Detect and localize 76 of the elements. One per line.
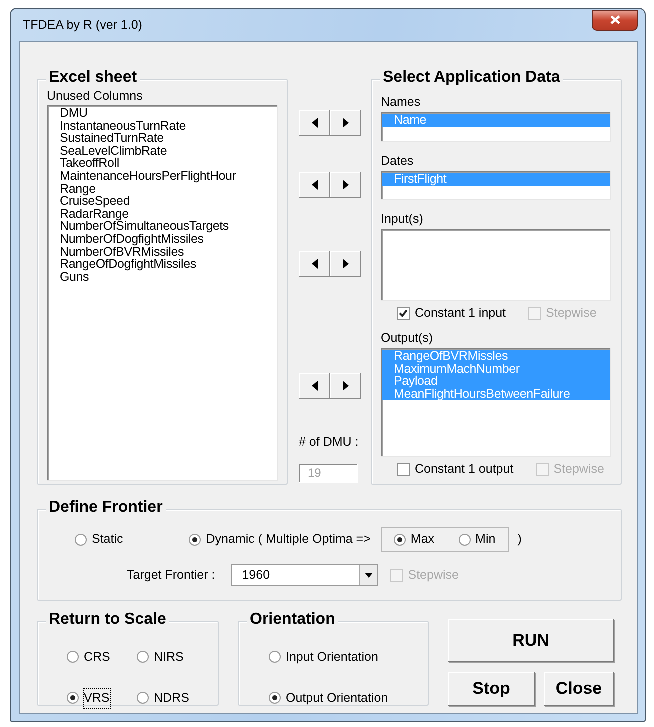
radio-label: Min	[476, 531, 496, 548]
list-label: Unused Columns	[47, 89, 144, 103]
move-left-button[interactable]	[299, 373, 330, 399]
radio-label: VRS	[84, 688, 110, 708]
checkbox-label: Constant 1 output	[415, 460, 514, 478]
radio-button[interactable]	[75, 534, 87, 546]
radio-button[interactable]	[137, 692, 149, 704]
right-arrow-icon	[342, 381, 348, 391]
list-item[interactable]: NumberOfSimultaneousTargets	[48, 220, 277, 233]
move-right-button[interactable]	[330, 172, 361, 198]
radio-button[interactable]	[67, 651, 79, 664]
caret-icon	[364, 572, 373, 578]
list-item[interactable]: MaintenanceHoursPerFlightHour	[48, 170, 277, 183]
list-item[interactable]: CruiseSpeed	[48, 195, 277, 208]
move-left-button[interactable]	[299, 172, 330, 198]
list-item[interactable]: DMU	[48, 107, 277, 120]
group-title: Select Application Data	[380, 68, 564, 88]
list-label: Names	[381, 95, 422, 109]
left-arrow-icon	[312, 180, 318, 190]
checkbox[interactable]	[397, 306, 410, 320]
radio-label: Dynamic ( Multiple Optima =>	[206, 531, 371, 548]
radio-label: Input Orientation	[286, 649, 378, 666]
list-item[interactable]: RangeOfDogfightMissiles	[48, 258, 277, 271]
list-item[interactable]: SustainedTurnRate	[48, 132, 277, 145]
left-arrow-icon	[312, 118, 318, 128]
list-item[interactable]: NumberOfDogfightMissiles	[48, 232, 277, 246]
checkbox-label: Stepwise	[408, 566, 459, 584]
radio-button[interactable]	[269, 651, 281, 664]
radio-label: NIRS	[154, 649, 184, 666]
list-item[interactable]: Guns	[48, 270, 277, 284]
checkbox-label: Stepwise	[554, 460, 604, 478]
left-arrow-icon	[312, 381, 318, 391]
run-button[interactable]: RUN	[448, 619, 614, 662]
radio-label: NDRS	[154, 690, 190, 707]
list-label: Dates	[381, 154, 415, 168]
radio-label: Static	[92, 531, 124, 548]
window-title: TFDEA by R (ver 1.0)	[22, 16, 142, 34]
list-item[interactable]: TakeoffRoll	[48, 157, 277, 170]
move-right-button[interactable]	[330, 251, 361, 277]
move-right-button[interactable]	[330, 110, 361, 136]
list-item[interactable]: SeaLevelClimbRate	[48, 144, 277, 158]
dmu-count-field: 19	[299, 464, 358, 483]
right-arrow-icon	[342, 118, 348, 128]
target-frontier-dropdown[interactable]: 1960	[231, 564, 378, 586]
stop-button[interactable]: Stop	[448, 672, 535, 706]
paren-text: )	[518, 531, 522, 548]
close-icon	[610, 15, 620, 25]
radio-button[interactable]	[137, 651, 149, 664]
checkbox[interactable]	[397, 462, 410, 476]
radio-label: Output Orientation	[286, 690, 388, 707]
list-item[interactable]: InstantaneousTurnRate	[48, 120, 277, 132]
radio-button[interactable]	[394, 534, 406, 546]
radio-button[interactable]	[269, 692, 281, 704]
radio-button[interactable]	[67, 692, 79, 704]
list-item[interactable]: RadarRange	[48, 208, 277, 220]
target-frontier-label: Target Frontier :	[127, 566, 216, 584]
radio-label: Max	[410, 531, 435, 548]
radio-label: CRS	[84, 649, 110, 666]
checkbox-label: Constant 1 input	[415, 304, 506, 322]
radio-button[interactable]	[189, 534, 202, 546]
move-left-button[interactable]	[299, 110, 330, 136]
close-dialog-button[interactable]: Close	[544, 672, 614, 706]
move-right-button[interactable]	[330, 373, 361, 399]
checkbox-label: Stepwise	[546, 304, 597, 322]
left-arrow-icon	[312, 259, 318, 269]
list-item[interactable]: Range	[48, 182, 277, 196]
list-item[interactable]: NumberOfBVRMissiles	[48, 246, 277, 258]
list-box[interactable]	[47, 105, 278, 481]
right-arrow-icon	[342, 259, 348, 269]
list-label: Input(s)	[381, 212, 424, 226]
list-label: Output(s)	[381, 331, 434, 345]
right-arrow-icon	[342, 180, 348, 190]
close-button[interactable]	[592, 10, 638, 30]
move-left-button[interactable]	[299, 251, 330, 277]
radio-button[interactable]	[458, 534, 471, 546]
dmu-count-label: # of DMU :	[299, 435, 360, 449]
